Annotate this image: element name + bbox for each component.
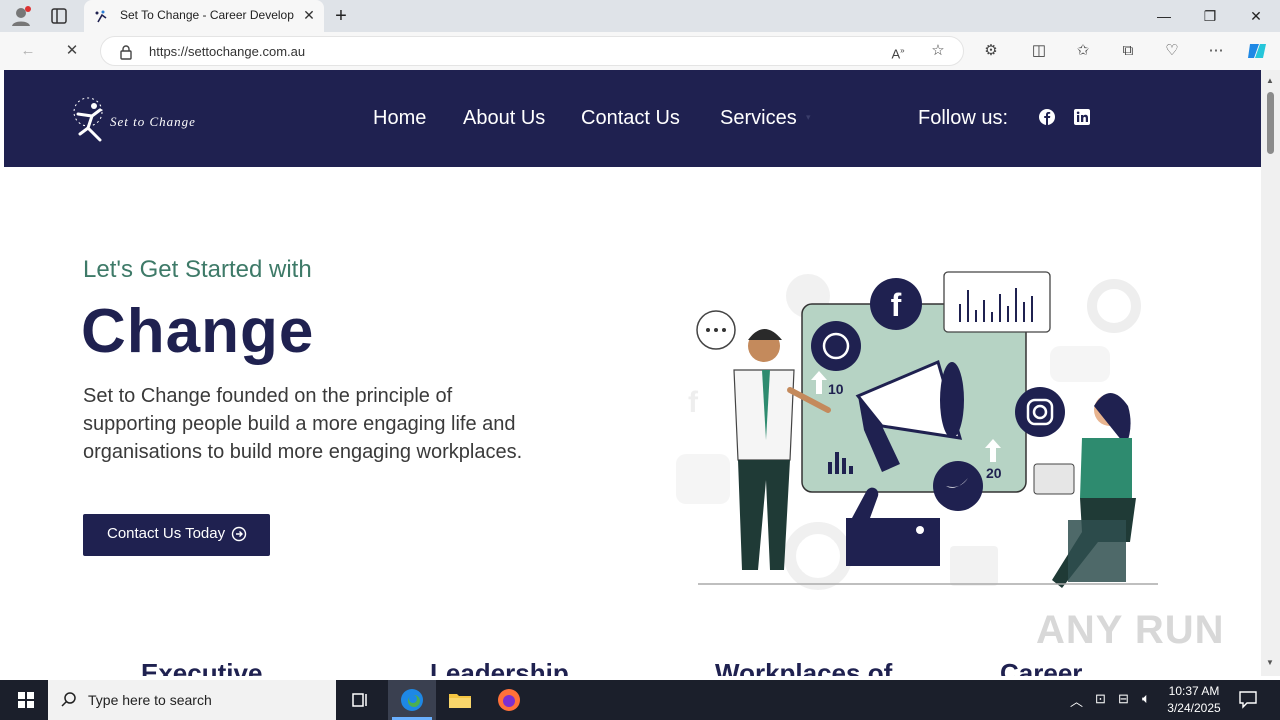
section-heading-leadership: Leadership [430, 658, 569, 676]
read-aloud-icon[interactable]: A» [887, 40, 909, 62]
count-right-label: 20 [986, 465, 1002, 481]
windows-start-icon[interactable] [12, 686, 40, 714]
arrow-circle-right-icon [231, 526, 247, 542]
browser-tab-bar: Set To Change - Career Developm ✕ + — ❐ … [0, 0, 1280, 32]
favorites-icon[interactable]: ✩ [1072, 40, 1094, 62]
browser-essentials-icon[interactable]: ♡ [1161, 40, 1183, 62]
firefox-icon[interactable] [495, 686, 523, 714]
tab-actions-icon[interactable] [50, 7, 68, 25]
site-logo[interactable]: Set to Change [70, 94, 216, 144]
profile-icon[interactable] [10, 5, 32, 27]
logo-text: Set to Change [110, 114, 196, 129]
follow-us-label: Follow us: [918, 107, 1009, 129]
edge-taskbar-active[interactable] [388, 680, 436, 720]
taskbar-search-input[interactable]: Type here to search [48, 680, 336, 720]
more-menu-icon[interactable]: ⋯ [1205, 40, 1227, 62]
scroll-up-icon[interactable]: ▲ [1266, 76, 1274, 85]
windows-taskbar: Type here to search ︿ ⊡ ⊟ 🔈︎ 10:37 AM 3/… [0, 680, 1280, 720]
search-placeholder: Type here to search [88, 692, 212, 708]
tab-active[interactable]: Set To Change - Career Developm ✕ [84, 0, 324, 32]
count-left-label: 10 [828, 381, 844, 397]
extensions-icon[interactable]: ⚙ [980, 40, 1002, 62]
hero-headline: Change [81, 297, 315, 366]
logo-figure-icon [73, 97, 103, 142]
scrollbar-thumb[interactable] [1267, 92, 1274, 154]
marketing-illustration: f f 10 20 [676, 271, 1158, 590]
collections-icon[interactable]: ⧉ [1117, 40, 1139, 62]
clock-time: 10:37 AM [1168, 684, 1220, 698]
tray-chevron-icon[interactable]: ︿ [1070, 691, 1083, 710]
web-page: Set to Change Home About Us Contact Us S… [4, 70, 1261, 676]
window-close-icon[interactable]: ✕ [1244, 4, 1268, 28]
task-view-icon[interactable] [346, 686, 374, 714]
nav-about-us[interactable]: About Us [463, 107, 545, 130]
stop-loading-icon[interactable]: ✕ [61, 40, 83, 62]
copilot-icon[interactable] [1246, 40, 1268, 62]
favorite-star-icon[interactable]: ☆ [927, 40, 949, 62]
nav-home[interactable]: Home [373, 107, 426, 130]
notifications-icon[interactable] [1238, 689, 1258, 709]
clock-date: 3/24/2025 [1167, 701, 1221, 715]
watermark: ANY RUN [1036, 608, 1225, 652]
hero-eyebrow: Let's Get Started with [83, 256, 312, 283]
site-header: Set to Change Home About Us Contact Us S… [4, 70, 1261, 167]
hero-description: Set to Change founded on the principle o… [83, 385, 523, 463]
tab-title: Set To Change - Career Developm [120, 8, 294, 22]
linkedin-icon[interactable] [1074, 109, 1090, 125]
address-bar-row: ← ✕ https://settochange.com.au A» ☆ ⚙ ◫ … [0, 32, 1280, 70]
network-icon[interactable]: ⊟ [1118, 691, 1129, 707]
tab-close-icon[interactable]: ✕ [300, 6, 318, 24]
section-heading-workplaces: Workplaces of [715, 658, 893, 676]
nav-services[interactable]: Services [720, 107, 797, 130]
edge-icon [398, 686, 426, 714]
svg-text:f: f [891, 287, 902, 323]
section-heading-executive: Executive [141, 658, 263, 676]
tray-meet-icon[interactable]: ⊡ [1095, 691, 1106, 707]
lock-icon[interactable] [119, 44, 133, 60]
site-favicon-icon [94, 9, 110, 23]
scroll-down-icon[interactable]: ▼ [1266, 658, 1274, 667]
restore-icon[interactable]: ❐ [1198, 4, 1222, 28]
search-icon [60, 691, 78, 709]
section-heading-career: Career [1000, 658, 1083, 676]
minimize-icon[interactable]: — [1152, 4, 1176, 28]
address-bar[interactable]: https://settochange.com.au A» ☆ [100, 36, 964, 66]
services-dropdown-icon[interactable]: ▾ [806, 112, 814, 122]
facebook-icon[interactable] [1039, 109, 1055, 125]
file-explorer-icon[interactable] [446, 686, 474, 714]
page-scrollbar[interactable]: ▲ ▼ [1261, 70, 1280, 676]
url-text: https://settochange.com.au [149, 44, 306, 59]
svg-text:f: f [688, 386, 699, 419]
new-tab-icon[interactable]: + [329, 4, 353, 28]
taskbar-clock[interactable]: 10:37 AM 3/24/2025 [1162, 683, 1226, 717]
cta-label: Contact Us Today [107, 525, 226, 542]
volume-icon[interactable]: 🔈︎ [1142, 690, 1150, 707]
back-arrow-icon[interactable]: ← [17, 40, 39, 62]
split-screen-icon[interactable]: ◫ [1028, 40, 1050, 62]
contact-us-today-button[interactable]: Contact Us Today [83, 514, 270, 556]
nav-contact-us[interactable]: Contact Us [581, 107, 680, 130]
